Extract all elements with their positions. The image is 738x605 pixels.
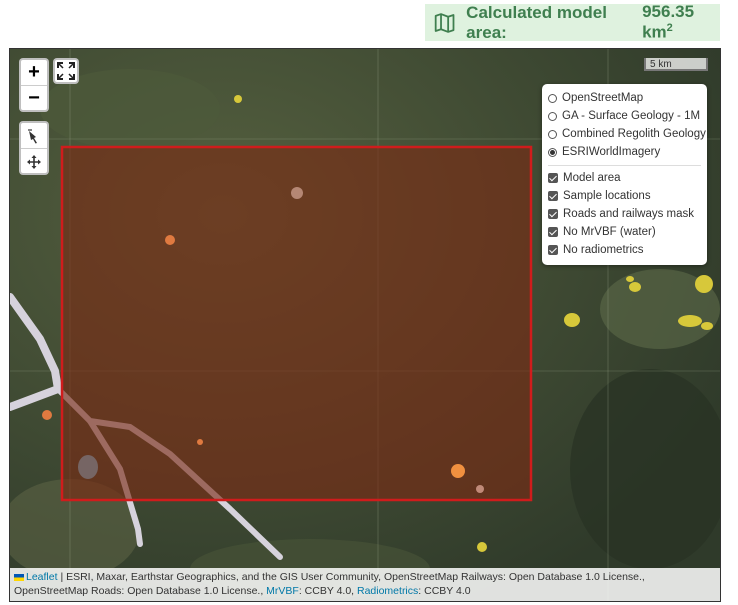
overlay-label: Sample locations <box>563 190 651 202</box>
draw-button[interactable] <box>21 123 47 149</box>
checkbox[interactable] <box>548 173 558 183</box>
overlay-option[interactable]: Sample locations <box>548 187 701 205</box>
base-layer-label: GA - Surface Geology - 1M <box>562 110 701 122</box>
overlay-label: Model area <box>563 172 621 184</box>
zoom-control: + − <box>19 58 49 112</box>
base-layer-option[interactable]: ESRIWorldImagery <box>548 143 701 161</box>
overlay-label: Roads and railways mask <box>563 208 695 220</box>
overlay-label: No MrVBF (water) <box>563 226 656 238</box>
model-area-badge: Calculated model area: 956.35 km2 <box>425 2 720 42</box>
fullscreen-icon <box>57 62 75 80</box>
move-button[interactable] <box>21 149 47 174</box>
overlay-option[interactable]: Roads and railways mask <box>548 205 701 223</box>
leaflet-link[interactable]: Leaflet <box>26 571 58 583</box>
radio-button[interactable] <box>548 129 557 139</box>
base-layer-option[interactable]: OpenStreetMap <box>548 89 701 107</box>
map-icon <box>434 12 455 33</box>
checkbox[interactable] <box>548 227 558 237</box>
checkbox[interactable] <box>548 245 558 255</box>
radio-button[interactable] <box>548 93 557 103</box>
radio-button[interactable] <box>548 147 557 157</box>
model-area-value: 956.35 km2 <box>642 2 695 42</box>
overlay-option[interactable]: No radiometrics <box>548 241 701 259</box>
base-layer-option[interactable]: Combined Regolith Geology <box>548 125 706 143</box>
move-icon <box>27 154 41 169</box>
fullscreen-button[interactable] <box>53 58 79 84</box>
attribution-text-2: : CCBY 4.0, <box>298 585 357 597</box>
base-layer-option[interactable]: GA - Surface Geology - 1M <box>548 107 701 125</box>
checkbox[interactable] <box>548 191 558 201</box>
radio-button[interactable] <box>548 111 557 121</box>
base-layer-label: Combined Regolith Geology <box>562 128 706 140</box>
overlay-label: No radiometrics <box>563 244 644 256</box>
model-area-polygon[interactable] <box>60 145 533 502</box>
model-area-label: Calculated model area: <box>466 2 607 42</box>
base-layer-label: ESRIWorldImagery <box>562 146 661 158</box>
layers-control: OpenStreetMap GA - Surface Geology - 1M Co… <box>542 84 707 265</box>
overlay-option[interactable]: Model area <box>548 169 701 187</box>
layers-separator <box>548 165 701 166</box>
ukraine-flag-icon <box>14 573 24 581</box>
mrvbf-link[interactable]: MrVBF <box>266 585 299 597</box>
zoom-out-button[interactable]: − <box>21 86 47 111</box>
draw-icon <box>28 128 37 143</box>
base-layer-label: OpenStreetMap <box>562 92 644 104</box>
scale-bar: 5 km <box>644 58 708 71</box>
map-viewport[interactable]: + − 5 km OpenStreetMap GA - Surface Geolo… <box>9 48 721 602</box>
overlay-option[interactable]: No MrVBF (water) <box>548 223 701 241</box>
zoom-in-button[interactable]: + <box>21 60 47 86</box>
radiometrics-link[interactable]: Radiometrics <box>357 585 418 597</box>
attribution: Leaflet | ESRI, Maxar, Earthstar Geograp… <box>10 568 720 601</box>
checkbox[interactable] <box>548 209 558 219</box>
attribution-text-3: : CCBY 4.0 <box>418 585 471 597</box>
edit-tools <box>19 121 49 175</box>
